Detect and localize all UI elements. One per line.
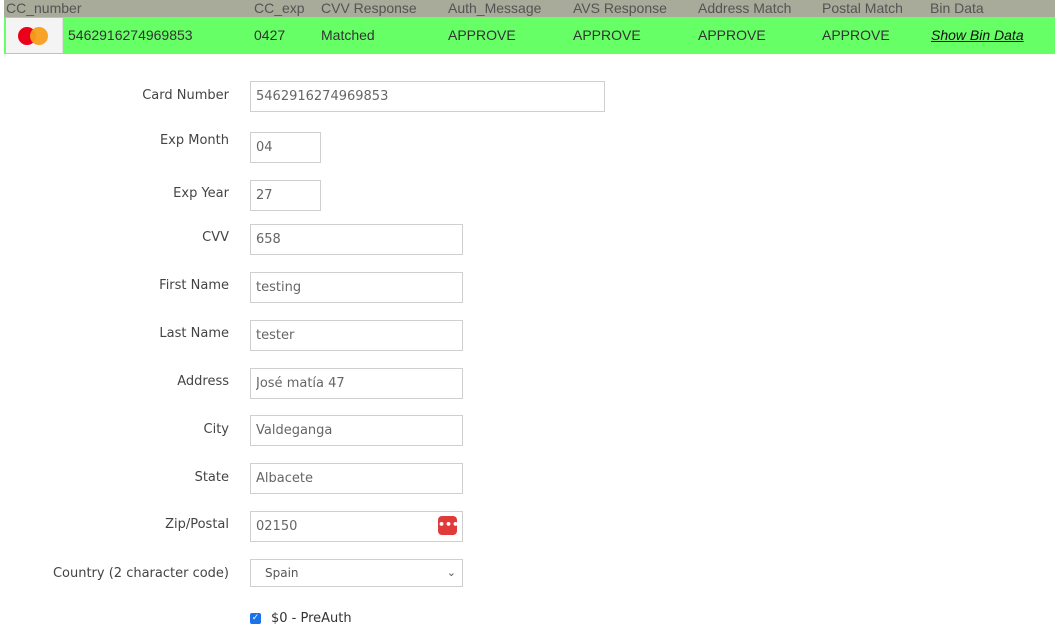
- first-name-label: First Name: [159, 278, 229, 293]
- address-label: Address: [177, 374, 229, 389]
- results-table: CC_number CC_exp CVV Response Auth_Messa…: [4, 0, 1055, 54]
- header-cc-exp: CC_exp: [254, 0, 305, 16]
- first-name-field[interactable]: [250, 272, 463, 303]
- header-bin-data: Bin Data: [930, 0, 984, 16]
- preauth-label: $0 - PreAuth: [271, 611, 352, 626]
- cell-postal-match: APPROVE: [822, 27, 890, 43]
- city-label: City: [203, 422, 229, 437]
- card-number-field[interactable]: [250, 81, 605, 112]
- cvv-field[interactable]: [250, 224, 463, 255]
- cell-address-match: APPROVE: [698, 27, 766, 43]
- cell-cc-exp: 0427: [254, 27, 286, 43]
- header-cvv-response: CVV Response: [321, 0, 417, 16]
- exp-month-field[interactable]: [250, 132, 321, 163]
- card-number-label: Card Number: [142, 88, 229, 103]
- header-auth-message: Auth_Message: [448, 0, 542, 16]
- state-field[interactable]: [250, 463, 463, 494]
- cell-auth-message: APPROVE: [448, 27, 516, 43]
- country-selected-value: Spain: [265, 566, 299, 580]
- last-name-label: Last Name: [159, 326, 229, 341]
- chevron-down-icon: ⌄: [446, 566, 456, 579]
- header-postal-match: Postal Match: [822, 0, 903, 16]
- password-manager-icon[interactable]: •••: [438, 516, 459, 535]
- cvv-label: CVV: [202, 230, 229, 245]
- city-field[interactable]: [250, 415, 463, 446]
- zip-label: Zip/Postal: [165, 517, 229, 532]
- country-label: Country (2 character code): [52, 566, 229, 581]
- exp-year-label: Exp Year: [173, 186, 229, 201]
- results-row: 5462916274969853 0427 Matched APPROVE AP…: [4, 17, 1055, 54]
- exp-month-label: Exp Month: [159, 133, 229, 148]
- address-field[interactable]: [250, 368, 463, 399]
- card-brand-cell: [6, 18, 63, 53]
- results-header-row: CC_number CC_exp CVV Response Auth_Messa…: [4, 0, 1055, 17]
- cell-cvv-response: Matched: [321, 27, 375, 43]
- zip-field[interactable]: [250, 511, 463, 542]
- last-name-field[interactable]: [250, 320, 463, 351]
- state-label: State: [194, 470, 229, 485]
- preauth-checkbox[interactable]: ✓: [250, 613, 261, 624]
- cell-cc-number: 5462916274969853: [68, 27, 193, 43]
- header-cc-number: CC_number: [6, 0, 82, 16]
- show-bin-data-link[interactable]: Show Bin Data: [931, 17, 1024, 54]
- header-avs-response: AVS Response: [573, 0, 667, 16]
- country-select[interactable]: Spain ⌄: [250, 559, 463, 587]
- exp-year-field[interactable]: [250, 180, 321, 211]
- cell-avs-response: APPROVE: [573, 27, 641, 43]
- header-address-match: Address Match: [698, 0, 792, 16]
